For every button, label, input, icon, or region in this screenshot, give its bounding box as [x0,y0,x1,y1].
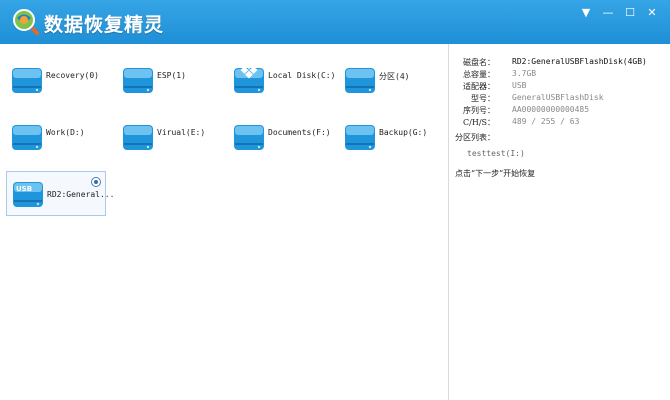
dropdown-menu-button[interactable]: ▼ [577,5,595,21]
drive-item-documents-f[interactable]: Documents(F:) [232,119,331,163]
drive-label: 分区(4) [379,72,410,81]
drive-label: Work(D:) [46,128,85,137]
windows-drive-icon [234,62,264,93]
close-button[interactable]: ✕ [643,5,661,21]
app-title: 数据恢复精灵 [44,14,165,36]
drive-list-panel: Recovery(0) ESP(1) Local Disk(C:) 分区(4) … [0,44,448,400]
drive-label: Documents(F:) [268,128,331,137]
drive-item-partition-4[interactable]: 分区(4) [343,62,442,106]
drive-icon [234,125,264,150]
minimize-button[interactable]: — [599,5,617,21]
usb-drive-icon [13,182,43,207]
drive-item-recovery[interactable]: Recovery(0) [10,62,109,106]
drive-item-local-disk-c[interactable]: Local Disk(C:) [232,62,335,106]
usb-badge: USB [16,185,33,193]
drive-icon [345,68,375,93]
drive-icon [123,125,153,150]
partition-list-heading: 分区列表： [455,133,495,142]
selected-radio-indicator[interactable] [91,177,101,187]
drive-label: Virual(E:) [157,128,206,137]
disk-details-panel: 磁盘名： RD2:GeneralUSBFlashDisk(4GB) 总容量： 3.7… [449,44,670,400]
next-step-hint: 点击“下一步”开始恢复 [455,169,536,178]
drive-label: Recovery(0) [46,71,99,80]
title-bar: 数据恢复精灵 ▼ — ☐ ✕ [0,0,670,44]
drive-item-esp[interactable]: ESP(1) [121,62,220,106]
drive-label: RD2:General... [47,190,115,199]
drive-label: Backup(G:) [379,128,428,137]
drive-label: Local Disk(C:) [268,71,336,80]
magnifier-logo-icon [13,9,40,36]
drive-item-work-d[interactable]: Work(D:) [10,119,109,163]
drive-icon [12,125,42,150]
drive-item-virual-e[interactable]: Virual(E:) [121,119,220,163]
maximize-button[interactable]: ☐ [621,5,639,21]
drive-icon [345,125,375,150]
drive-icon [123,68,153,93]
drive-item-usb-rd2[interactable]: USB RD2:General... [6,171,114,216]
drive-label: ESP(1) [157,71,186,80]
drive-icon [12,68,42,93]
partition-item[interactable]: testtest(I:) [467,149,525,158]
drive-item-backup-g[interactable]: Backup(G:) [343,119,442,163]
